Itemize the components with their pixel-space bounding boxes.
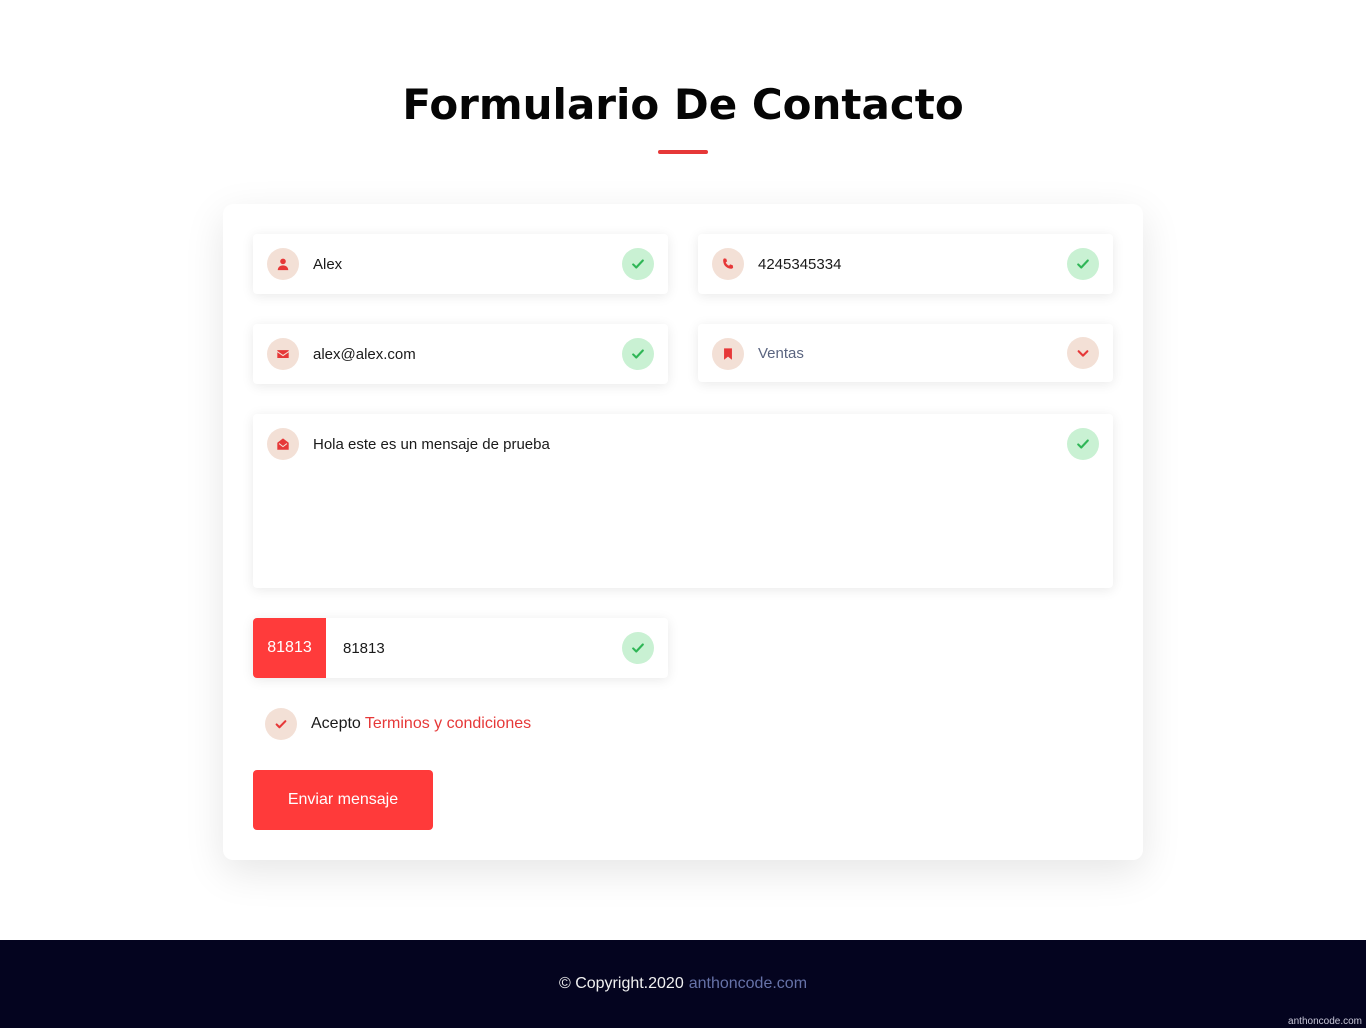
phone-field[interactable]: 4245345334 bbox=[698, 234, 1113, 294]
bookmark-icon bbox=[712, 338, 744, 370]
footer: © Copyright.2020 anthoncode.com bbox=[0, 940, 1366, 1028]
department-select[interactable]: Ventas bbox=[698, 324, 1113, 382]
phone-valid-check-icon bbox=[1067, 248, 1099, 280]
page-title: Formulario De Contacto bbox=[402, 80, 964, 129]
send-message-button[interactable]: Enviar mensaje bbox=[253, 770, 433, 830]
name-field[interactable]: Alex bbox=[253, 234, 668, 294]
message-field[interactable]: Hola este es un mensaje de prueba bbox=[253, 414, 1113, 588]
contact-form-card: Alex 4245345334 alex@alex.com Ventas Hol… bbox=[223, 204, 1143, 860]
terms-checkbox-row[interactable]: Acepto Terminos y condiciones bbox=[265, 708, 531, 740]
envelope-open-icon bbox=[267, 428, 299, 460]
watermark: anthoncode.com bbox=[1288, 1016, 1362, 1027]
terms-link[interactable]: Terminos y condiciones bbox=[365, 715, 531, 733]
envelope-icon bbox=[267, 338, 299, 370]
footer-site-link[interactable]: anthoncode.com bbox=[689, 975, 807, 993]
title-underline bbox=[658, 150, 708, 154]
captcha-input[interactable]: 81813 bbox=[343, 618, 385, 678]
email-field[interactable]: alex@alex.com bbox=[253, 324, 668, 384]
message-valid-check-icon bbox=[1067, 428, 1099, 460]
phone-icon bbox=[712, 248, 744, 280]
terms-label: Acepto bbox=[311, 715, 361, 732]
captcha-code: 81813 bbox=[253, 618, 326, 678]
email-valid-check-icon bbox=[622, 338, 654, 370]
name-valid-check-icon bbox=[622, 248, 654, 280]
copyright-text: © Copyright.2020 bbox=[558, 975, 684, 992]
phone-input[interactable]: 4245345334 bbox=[758, 234, 841, 294]
captcha-field[interactable]: 81813 81813 bbox=[253, 618, 668, 678]
email-input[interactable]: alex@alex.com bbox=[313, 324, 416, 384]
message-textarea[interactable]: Hola este es un mensaje de prueba bbox=[313, 436, 550, 453]
name-input[interactable]: Alex bbox=[313, 234, 342, 294]
captcha-valid-check-icon bbox=[622, 632, 654, 664]
department-selected-value[interactable]: Ventas bbox=[758, 324, 804, 382]
terms-checkbox-check-icon[interactable] bbox=[265, 708, 297, 740]
chevron-down-icon[interactable] bbox=[1067, 337, 1099, 369]
user-icon bbox=[267, 248, 299, 280]
